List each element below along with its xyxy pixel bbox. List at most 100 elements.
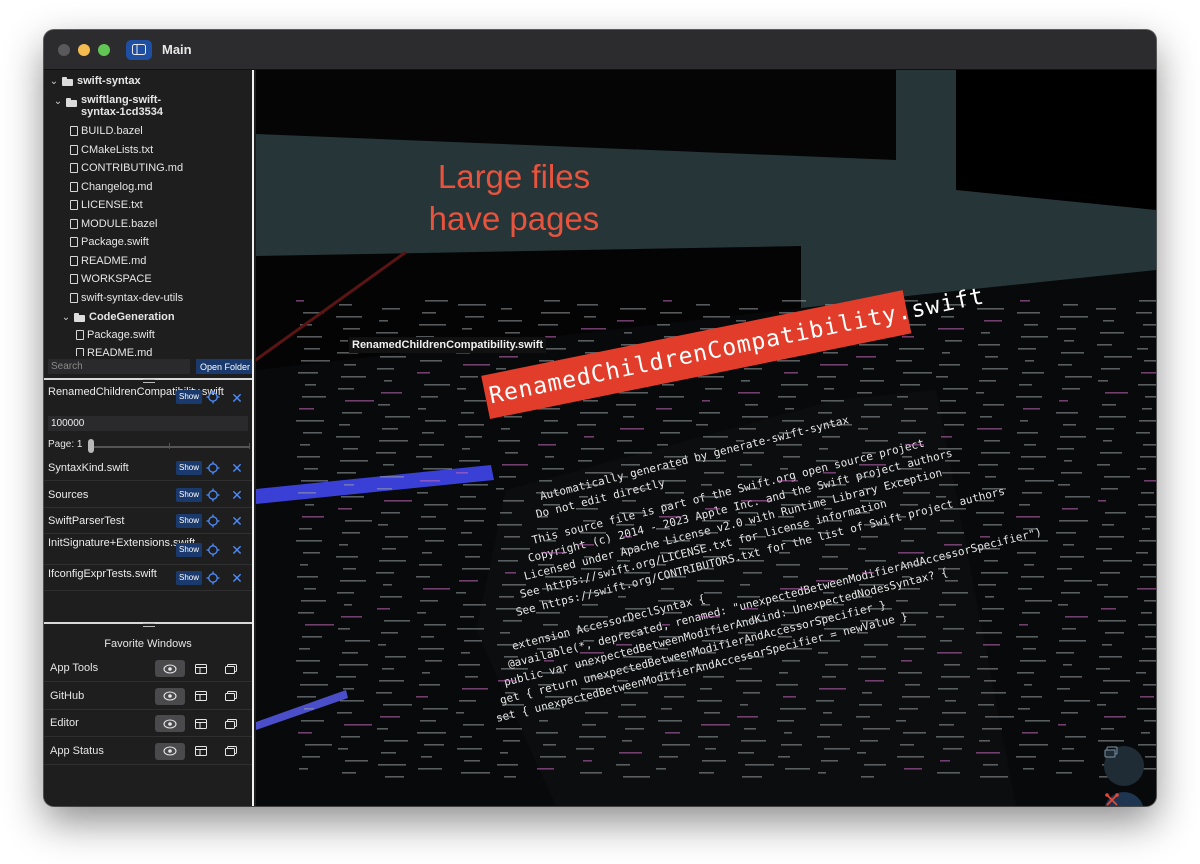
layout-icon[interactable] [186,660,216,677]
code-glyph-strip [501,308,512,310]
code-glyph-strip [380,596,402,598]
page-size-field[interactable]: 100000 [48,416,248,431]
tree-file-row[interactable]: README.md [70,252,146,270]
window-icon[interactable] [216,715,246,732]
close-icon[interactable]: ✕ [231,543,243,557]
show-button[interactable]: Show [176,487,202,502]
tree-file-row[interactable]: Package.swift [70,233,149,251]
code-glyph-strip [578,580,590,582]
show-button[interactable]: Show [176,460,202,475]
locate-icon[interactable] [206,390,220,404]
code-glyph-strip [745,644,754,646]
sidebar-toggle-button[interactable] [126,39,152,60]
close-icon[interactable]: ✕ [231,488,243,502]
code-glyph-strip [1022,732,1038,734]
code-glyph-strip [903,492,930,494]
code-glyph-strip [503,740,520,742]
show-button[interactable]: Show [176,571,202,585]
visibility-toggle-icon[interactable] [155,660,185,677]
locate-icon[interactable] [206,461,220,475]
code-glyph-strip [824,508,832,510]
code-glyph-strip [1143,564,1156,566]
code-glyph-strip [1064,460,1072,462]
visibility-toggle-icon[interactable] [155,687,185,705]
tree-file-row[interactable]: Changelog.md [70,178,153,196]
page-slider-track[interactable] [90,446,250,448]
close-icon[interactable]: ✕ [231,461,243,475]
code-glyph-strip [1098,740,1124,742]
visibility-toggle-icon[interactable] [155,715,185,732]
show-button[interactable]: Show [176,542,202,557]
tree-file-row[interactable]: LICENSE.txt [70,196,143,214]
window-icon[interactable] [216,743,246,760]
locate-icon[interactable] [206,571,220,585]
code-glyph-strip [1020,420,1028,422]
layout-icon[interactable] [186,715,216,732]
code-glyph-strip [1100,572,1120,574]
tree-file-row[interactable]: README.md [76,344,152,356]
code-glyph-strip [939,724,954,726]
layout-icon[interactable] [186,743,216,760]
visibility-toggle-icon[interactable] [155,742,185,760]
minimize-window-button[interactable] [78,43,90,56]
code-visualization-canvas[interactable]: Automatically generated by generate-swif… [256,70,1156,806]
show-button[interactable]: Show [176,390,202,404]
code-glyph-strip [905,444,924,446]
code-glyph-strip [422,312,436,314]
chevron-down-icon[interactable]: ⌄ [48,76,60,87]
tree-file-row[interactable]: Package.swift [76,326,155,344]
code-glyph-strip [544,660,554,662]
window-icon[interactable] [216,688,246,705]
close-icon[interactable]: ✕ [231,391,243,405]
code-glyph-strip [696,664,704,666]
tree-file-row[interactable]: WORKSPACE [70,270,152,288]
code-glyph-strip [617,680,628,682]
locate-icon[interactable] [206,543,220,557]
code-glyph-strip [782,660,800,662]
close-window-button[interactable] [58,43,70,56]
code-glyph-strip [464,760,480,762]
locate-icon[interactable] [206,514,220,528]
show-button[interactable]: Show [176,514,202,528]
resize-handle[interactable] [143,623,155,627]
code-glyph-strip [863,368,874,370]
tree-file-row[interactable]: MODULE.bazel [70,215,157,233]
file-name-label[interactable]: RenamedChildrenCompatibility.swift [349,337,547,353]
code-glyph-strip [938,448,962,450]
code-glyph-strip [616,524,634,526]
tree-file-row[interactable]: CMakeLists.txt [70,141,153,159]
zoom-window-button[interactable] [98,43,110,56]
close-icon[interactable]: ✕ [231,571,243,585]
tree-open-folder-row[interactable]: ⌄ CodeGeneration [60,308,175,326]
code-glyph-strip [705,628,718,630]
code-glyph-strip [1104,596,1128,598]
open-folder-button[interactable]: Open Folder [196,359,252,374]
page-slider-thumb[interactable] [88,439,94,453]
code-glyph-strip [823,592,834,594]
tree-root-row[interactable]: ⌄ swift-syntax [48,72,141,90]
code-glyph-strip [856,356,876,358]
code-glyph-strip [418,768,442,770]
windows-button[interactable] [1104,746,1144,786]
code-glyph-strip [502,464,528,466]
tree-file-row[interactable]: swift-syntax-dev-utils [70,289,183,307]
code-glyph-strip [937,412,966,414]
code-glyph-strip [978,584,996,586]
chevron-down-icon[interactable]: ⌄ [52,96,64,107]
search-input[interactable] [48,359,190,374]
code-glyph-strip [463,484,488,486]
code-glyph-strip [1140,696,1154,698]
tree-subfolder-row[interactable]: ⌄ swiftlang-swift-syntax-1cd3534 [52,94,177,122]
locate-icon[interactable] [206,488,220,502]
code-glyph-strip [822,436,840,438]
layout-icon[interactable] [186,688,216,705]
close-icon[interactable]: ✕ [231,514,243,528]
window-icon[interactable] [216,660,246,677]
tree-file-row[interactable]: CONTRIBUTING.md [70,159,183,177]
code-glyph-strip [464,640,482,642]
file-icon [70,237,78,247]
code-glyph-strip [381,752,396,754]
chevron-down-icon[interactable]: ⌄ [60,312,72,323]
tree-file-row[interactable]: BUILD.bazel [70,122,143,140]
code-glyph-strip [1018,708,1030,710]
